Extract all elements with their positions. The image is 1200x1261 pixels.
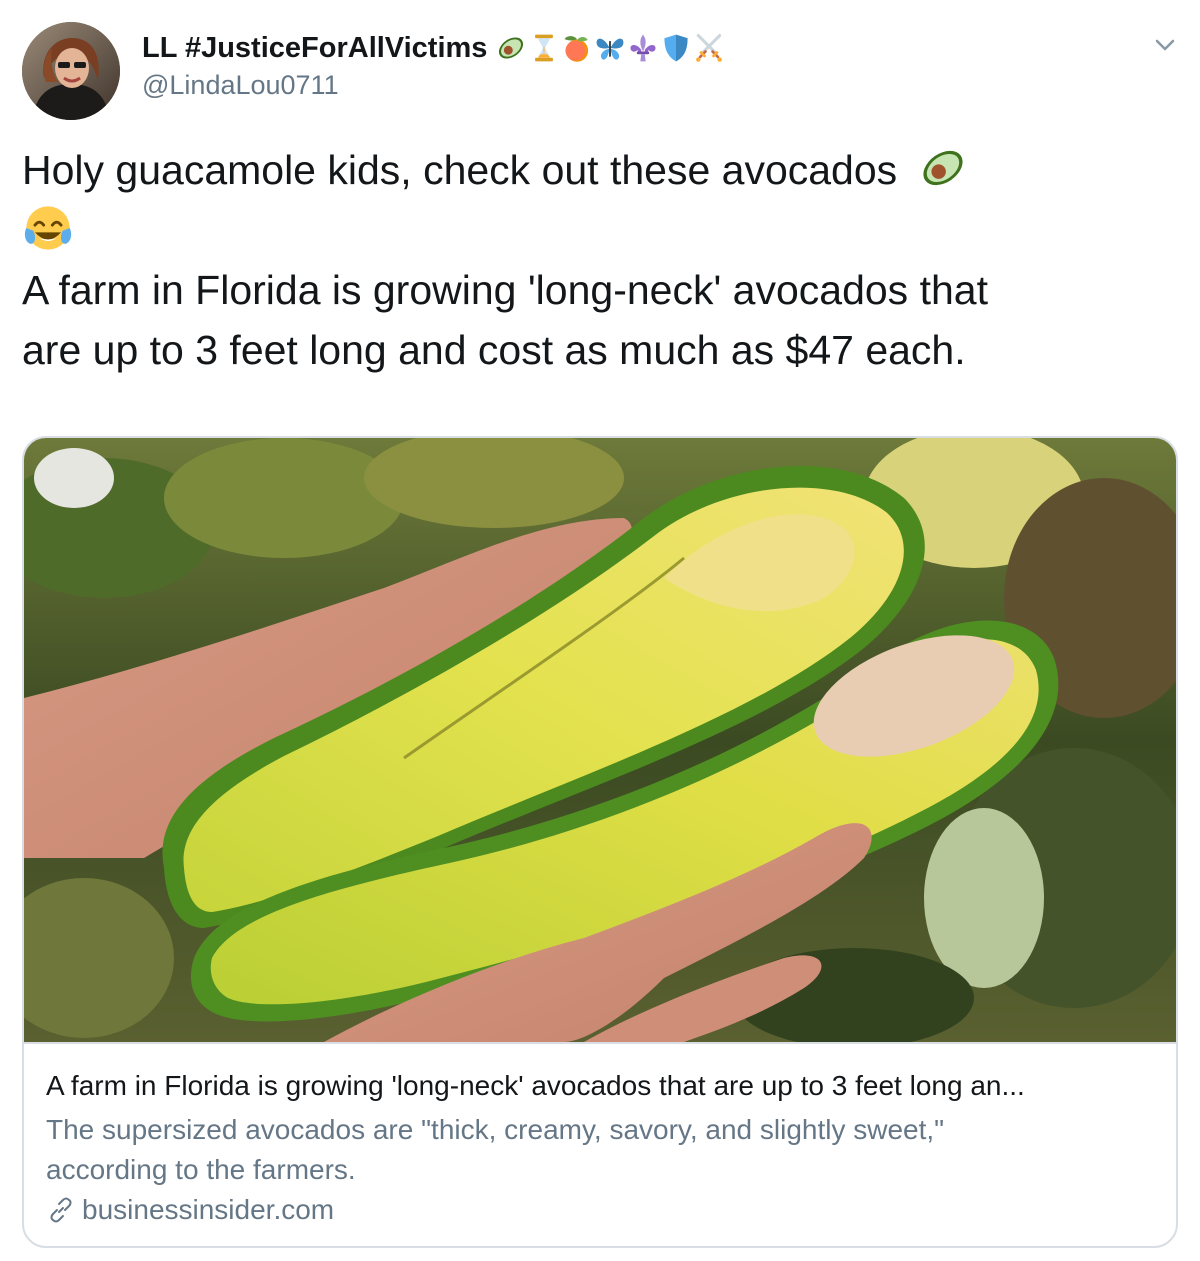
link-card[interactable]: A farm in Florida is growing 'long-neck'… — [22, 436, 1178, 1248]
peach-emoji — [564, 36, 589, 62]
display-name-row[interactable]: LL #JusticeForAllVictims — [142, 28, 725, 68]
card-domain-text[interactable]: businessinsider.com — [82, 1194, 334, 1226]
chevron-down-icon[interactable] — [1150, 30, 1180, 60]
card-description-line-2: according to the farmers. — [46, 1154, 356, 1185]
tweet-line-3: A farm in Florida is growing 'long-neck'… — [22, 267, 988, 313]
butterfly-emoji — [597, 38, 624, 60]
link-icon — [50, 1197, 72, 1223]
shield-emoji — [664, 34, 688, 62]
tweet-line-1-text: Holy guacamole kids, check out these avo… — [22, 147, 898, 193]
user-handle[interactable]: @LindaLou0711 — [142, 70, 339, 101]
tweet-line-1: Holy guacamole kids, check out these avo… — [22, 140, 1178, 200]
tweet: LL #JusticeForAllVictims @LindaLou0711 H… — [0, 0, 1200, 1261]
card-description: The supersized avocados are "thick, crea… — [46, 1110, 1086, 1190]
hourglass-emoji — [535, 34, 554, 62]
card-divider — [24, 1042, 1176, 1044]
display-name[interactable]: LL #JusticeForAllVictims — [142, 32, 487, 65]
tweet-line-4: are up to 3 feet long and cost as much a… — [22, 327, 966, 373]
card-title[interactable]: A farm in Florida is growing 'long-neck'… — [46, 1068, 1156, 1104]
avatar[interactable] — [22, 22, 120, 120]
avocado-emoji — [499, 37, 524, 59]
name-emojis — [495, 32, 725, 64]
fleur-de-lis-emoji — [630, 34, 656, 62]
tears-of-joy-emoji — [24, 206, 72, 250]
tweet-text: Holy guacamole kids, check out these avo… — [22, 140, 1178, 380]
tweet-line-2 — [22, 200, 1178, 260]
crossed-swords-emoji — [696, 34, 723, 62]
avocado-emoji — [922, 150, 963, 186]
card-domain[interactable]: businessinsider.com — [46, 1190, 334, 1230]
card-description-line-1: The supersized avocados are "thick, crea… — [46, 1114, 945, 1145]
card-image[interactable] — [24, 438, 1176, 1042]
